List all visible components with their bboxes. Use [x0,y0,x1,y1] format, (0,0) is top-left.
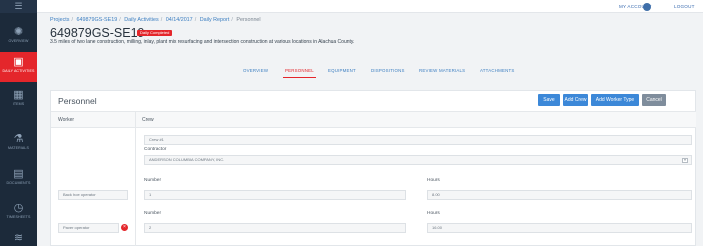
chevron-down-icon: ▾ [682,158,688,163]
sidebar-item-label: OVERVIEW [8,39,29,43]
contractor-select[interactable]: ANDERSON COLUMBIA COMPANY, INC. ▾ [144,155,692,165]
remove-icon[interactable]: × [121,224,128,231]
sidebar-item-timesheets[interactable]: ◷ TIMESHEETS [0,198,37,228]
divider [135,111,136,246]
breadcrumb-project[interactable]: 649879GS-SE19 [76,17,117,23]
breadcrumb-projects[interactable]: Projects [50,17,69,23]
tab-overview[interactable]: OVERVIEW [243,67,268,75]
page-title: 649879GS-SE19 [50,26,145,40]
contractor-value: ANDERSON COLUMBIA COMPANY, INC. [149,157,225,162]
sidebar-item-documents[interactable]: ▤ DOCUMENTS [0,164,37,194]
worker-column-header: Worker [51,111,135,128]
sidebar-item-label: TIMESHEETS [6,215,31,219]
calendar-icon: ▣ [13,56,24,68]
add-worker-type-button[interactable]: Add Worker Type [591,94,639,106]
tab-review-materials[interactable]: REVIEW MATERIALS [419,67,465,75]
project-description: 3.5 miles of two lane construction, mill… [50,39,355,45]
my-account-link[interactable]: MY ACCOUNT [619,0,652,13]
breadcrumb-daily-activities[interactable]: Daily Activities [124,17,158,23]
tab-equipment[interactable]: EQUIPMENT [328,67,356,75]
hours-label: Hours [427,178,440,183]
number-label: Number [144,211,162,216]
sidebar-item-items[interactable]: ▦ ITEMS [0,85,37,115]
contractor-label: Contractor [144,147,167,152]
panel-title: Personnel [58,96,97,106]
crew-column-header: Crew [136,111,696,128]
hours-input[interactable]: 8.00 [427,190,692,200]
crew-name-field[interactable]: Crew #1 [144,135,692,145]
number-label: Number [144,178,162,183]
cancel-button[interactable]: Cancel [642,94,666,106]
sidebar-item-label: DOCUMENTS [6,181,31,185]
sidebar-item-materials[interactable]: ⚗ MATERIALS [0,129,37,159]
number-input[interactable]: 2 [144,223,406,233]
breadcrumb-date[interactable]: 04/14/2017 [166,17,193,23]
breadcrumb-current: Personnel [236,17,261,23]
sidebar-item-daily-activities[interactable]: ▣ DAILY ACTIVITIES [0,52,37,82]
document-icon: ▤ [13,168,24,180]
sidebar-item-overview[interactable]: ✺ OVERVIEW [0,22,37,52]
tab-dispositions[interactable]: DISPOSITIONS [371,67,405,75]
menu-toggle-icon[interactable]: ☰ [0,0,37,13]
chart-icon: ≋ [13,232,24,244]
hours-label: Hours [427,211,440,216]
grid-icon: ▦ [13,89,24,101]
sidebar-item-reports[interactable]: ≋ [0,228,37,246]
flask-icon: ⚗ [13,133,24,145]
breadcrumb: Projects/ 649879GS-SE19/ Daily Activitie… [50,17,261,23]
clock-icon: ◷ [13,202,24,214]
add-crew-button[interactable]: Add Crew [563,94,588,106]
sidebar-item-label: ITEMS [12,102,25,106]
worker-type-field[interactable]: Back hoe operator [58,190,128,200]
sidebar-item-label: DAILY ACTIVITIES [2,69,35,73]
logout-link[interactable]: LOGOUT [674,0,695,13]
gauge-icon: ✺ [13,26,24,38]
personnel-panel: Personnel Save Add Crew Add Worker Type … [50,90,696,246]
save-button[interactable]: Save [538,94,560,106]
top-bar: MY ACCOUNT LOGOUT [37,0,703,13]
sidebar: ☰ ✺ OVERVIEW ▣ DAILY ACTIVITIES ▦ ITEMS … [0,0,37,246]
status-badge: Daily Completed [137,30,173,36]
sidebar-item-label: MATERIALS [7,146,29,150]
tab-personnel[interactable]: PERSONNEL [283,67,316,78]
worker-type-field[interactable]: Paver operator [58,223,119,233]
hours-input[interactable]: 16.00 [427,223,692,233]
breadcrumb-daily-report[interactable]: Daily Report [200,17,230,23]
tab-attachments[interactable]: ATTACHMENTS [480,67,514,75]
number-input[interactable]: 1 [144,190,406,200]
